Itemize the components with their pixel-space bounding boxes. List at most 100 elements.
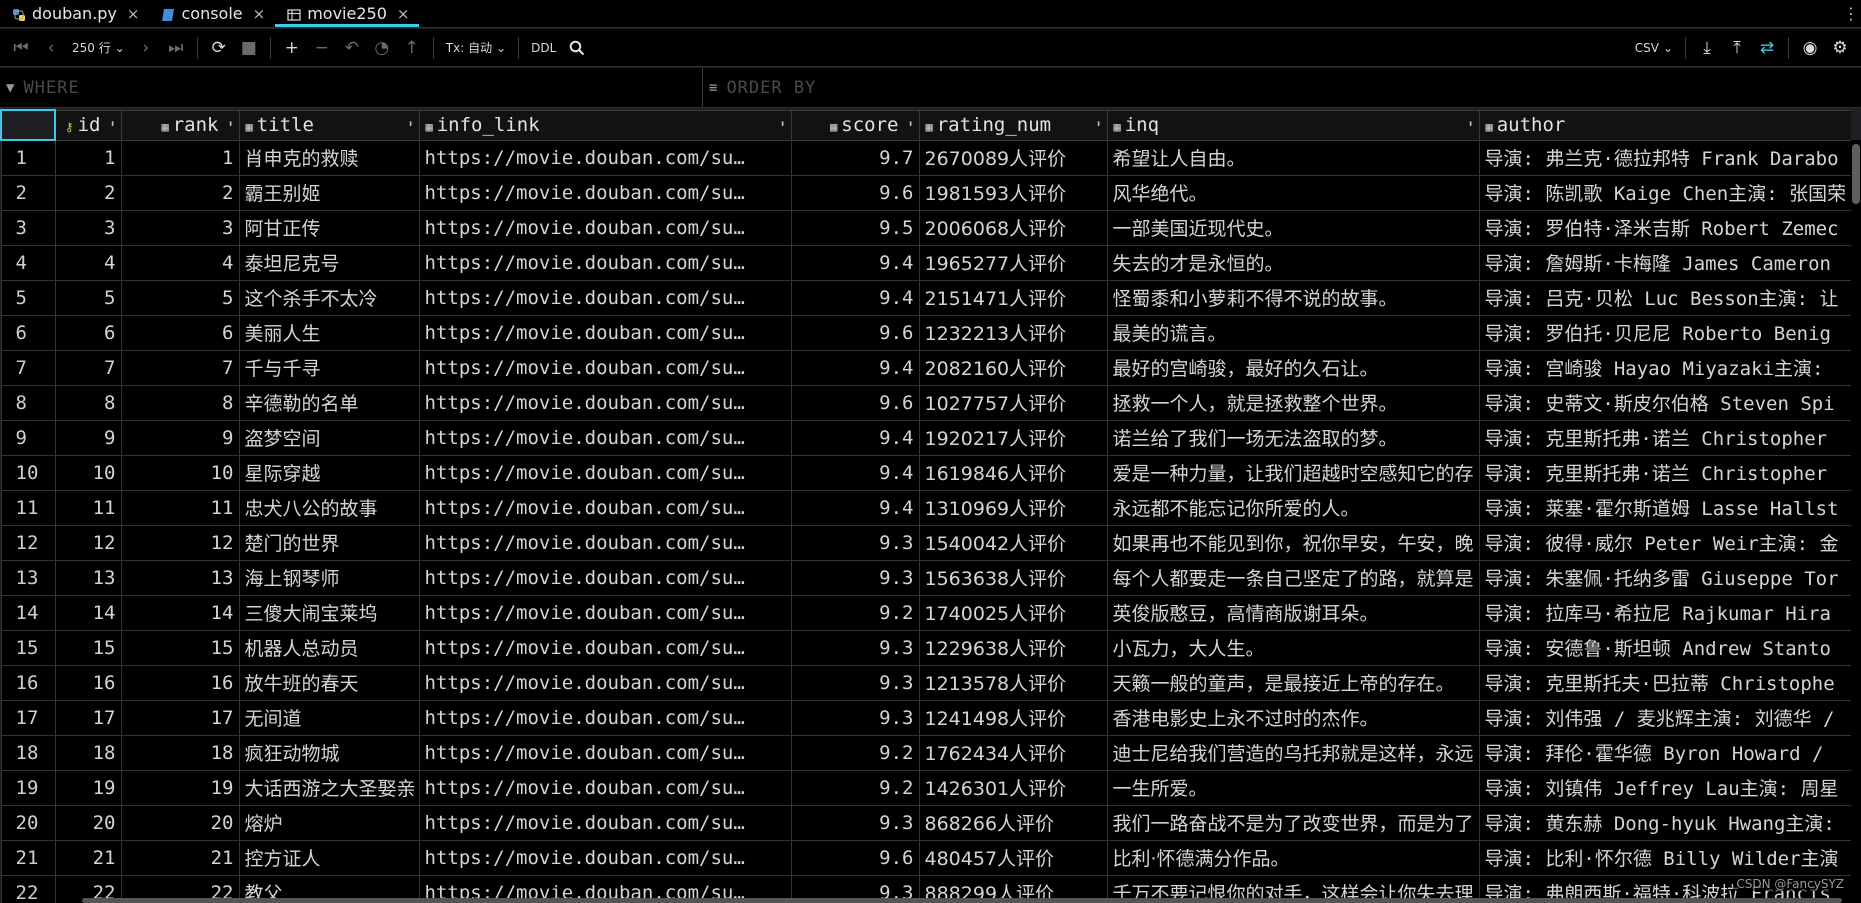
- cell-title[interactable]: 大话西游之大圣娶亲: [238, 769, 420, 806]
- cell-inq[interactable]: 失去的才是永恒的。: [1106, 244, 1480, 281]
- table-row[interactable]: 21 21 21 控方证人 https://movie.douban.com/su… 9.…: [0, 839, 1851, 876]
- cell-rating-num[interactable]: 1740025人评价: [918, 594, 1108, 631]
- cell-rank[interactable]: 15: [120, 629, 240, 666]
- cell-score[interactable]: 9.4: [790, 489, 920, 526]
- table-row[interactable]: 12 12 12 楚门的世界 https://movie.douban.com/su… 9…: [0, 524, 1851, 561]
- upload-icon[interactable]: ⤒: [1722, 33, 1752, 63]
- table-row[interactable]: 15 15 15 机器人总动员 https://movie.douban.com/su……: [0, 629, 1851, 666]
- cell-rating-num[interactable]: 1229638人评价: [918, 629, 1108, 666]
- cell-author[interactable]: 导演: 罗伯特·泽米吉斯 Robert Zemec: [1478, 209, 1851, 246]
- cell-rank[interactable]: 13: [120, 559, 240, 596]
- row-number[interactable]: 11: [0, 489, 56, 526]
- revert-icon[interactable]: ↶: [337, 33, 367, 63]
- cell-rating-num[interactable]: 868266人评价: [918, 804, 1108, 841]
- cell-score[interactable]: 9.4: [790, 419, 920, 456]
- cell-author[interactable]: 导演: 弗兰克·德拉邦特 Frank Darabo: [1478, 139, 1851, 176]
- cell-score[interactable]: 9.4: [790, 454, 920, 491]
- search-icon[interactable]: [562, 33, 592, 63]
- table-row[interactable]: 11 11 11 忠犬八公的故事 https://movie.douban.com/su…: [0, 489, 1851, 526]
- cell-author[interactable]: 导演: 罗伯托·贝尼尼 Roberto Benig: [1478, 314, 1851, 351]
- cell-score[interactable]: 9.4: [790, 349, 920, 386]
- cell-title[interactable]: 泰坦尼克号: [238, 244, 420, 281]
- cell-info-link[interactable]: https://movie.douban.com/su…: [418, 629, 792, 666]
- order-by-input[interactable]: ≡ ORDER BY: [703, 68, 1861, 107]
- cell-id[interactable]: 1: [54, 139, 122, 176]
- column-header-inq[interactable]: ▦ inq ⬍: [1106, 109, 1480, 141]
- cell-score[interactable]: 9.4: [790, 279, 920, 316]
- cell-score[interactable]: 9.3: [790, 699, 920, 736]
- cell-author[interactable]: 导演: 拜伦·霍华德 Byron Howard /: [1478, 734, 1851, 771]
- cell-rank[interactable]: 4: [120, 244, 240, 281]
- cell-title[interactable]: 辛德勒的名单: [238, 384, 420, 421]
- row-number[interactable]: 19: [0, 769, 56, 806]
- compare-icon[interactable]: ⇄: [1752, 33, 1782, 63]
- ddl-button[interactable]: DDL: [525, 41, 562, 55]
- where-filter-input[interactable]: ▼ WHERE: [0, 68, 703, 107]
- row-number[interactable]: 10: [0, 454, 56, 491]
- cell-rating-num[interactable]: 1619846人评价: [918, 454, 1108, 491]
- cell-author[interactable]: 导演: 克里斯托夫·巴拉蒂 Christophe: [1478, 664, 1851, 701]
- cell-score[interactable]: 9.2: [790, 769, 920, 806]
- vertical-scrollbar[interactable]: [1851, 140, 1861, 903]
- column-header-id[interactable]: ⚷ id ⬍: [54, 109, 122, 141]
- cell-id[interactable]: 20: [54, 804, 122, 841]
- cell-rating-num[interactable]: 2006068人评价: [918, 209, 1108, 246]
- cell-inq[interactable]: 永远都不能忘记你所爱的人。: [1106, 489, 1480, 526]
- cell-title[interactable]: 放牛班的春天: [238, 664, 420, 701]
- cell-title[interactable]: 海上钢琴师: [238, 559, 420, 596]
- cell-rating-num[interactable]: 1563638人评价: [918, 559, 1108, 596]
- cell-author[interactable]: 导演: 克里斯托弗·诺兰 Christopher: [1478, 454, 1851, 491]
- cell-author[interactable]: 导演: 史蒂文·斯皮尔伯格 Steven Spi: [1478, 384, 1851, 421]
- table-row[interactable]: 19 19 19 大话西游之大圣娶亲 https://movie.douban.com/…: [0, 769, 1851, 806]
- cell-score[interactable]: 9.6: [790, 174, 920, 211]
- cell-rank[interactable]: 2: [120, 174, 240, 211]
- cell-rating-num[interactable]: 1232213人评价: [918, 314, 1108, 351]
- column-header-info-link[interactable]: ▦ info_link ⬍: [418, 109, 792, 141]
- cell-rating-num[interactable]: 2082160人评价: [918, 349, 1108, 386]
- cell-info-link[interactable]: https://movie.douban.com/su…: [418, 349, 792, 386]
- cell-id[interactable]: 2: [54, 174, 122, 211]
- cell-inq[interactable]: 如果再也不能见到你，祝你早安，午安，晚: [1106, 524, 1480, 561]
- page-size-dropdown[interactable]: 250 行 ⌄: [66, 39, 131, 56]
- cell-rank[interactable]: 20: [120, 804, 240, 841]
- cell-info-link[interactable]: https://movie.douban.com/su…: [418, 594, 792, 631]
- cell-author[interactable]: 导演: 莱塞·霍尔斯道姆 Lasse Hallst: [1478, 489, 1851, 526]
- cell-id[interactable]: 4: [54, 244, 122, 281]
- cell-inq[interactable]: 香港电影史上永不过时的杰作。: [1106, 699, 1480, 736]
- close-icon[interactable]: ×: [253, 5, 266, 23]
- cell-id[interactable]: 9: [54, 419, 122, 456]
- cell-info-link[interactable]: https://movie.douban.com/su…: [418, 839, 792, 876]
- cell-id[interactable]: 13: [54, 559, 122, 596]
- cell-info-link[interactable]: https://movie.douban.com/su…: [418, 314, 792, 351]
- table-row[interactable]: 18 18 18 疯狂动物城 https://movie.douban.com/su… 9…: [0, 734, 1851, 771]
- cell-inq[interactable]: 迪士尼给我们营造的乌托邦就是这样，永远: [1106, 734, 1480, 771]
- cell-score[interactable]: 9.5: [790, 209, 920, 246]
- row-number[interactable]: 8: [0, 384, 56, 421]
- close-icon[interactable]: ×: [127, 5, 140, 23]
- sort-toggle-icon[interactable]: ⬍: [1467, 119, 1473, 130]
- export-format-dropdown[interactable]: CSV ⌄: [1629, 41, 1679, 55]
- tab-movie250[interactable]: movie250 ×: [275, 0, 420, 27]
- cell-id[interactable]: 21: [54, 839, 122, 876]
- row-number[interactable]: 21: [0, 839, 56, 876]
- table-row[interactable]: 20 20 20 熔炉 https://movie.douban.com/su… 9.3 8…: [0, 804, 1851, 841]
- previous-page-icon[interactable]: ‹: [36, 33, 66, 63]
- scrollbar-thumb[interactable]: [1852, 144, 1860, 204]
- cell-rating-num[interactable]: 1241498人评价: [918, 699, 1108, 736]
- first-page-icon[interactable]: ⏮: [6, 33, 36, 63]
- cell-info-link[interactable]: https://movie.douban.com/su…: [418, 734, 792, 771]
- column-header-rating-num[interactable]: ▦ rating_num ⬍: [918, 109, 1108, 141]
- cell-author[interactable]: 导演: 吕克·贝松 Luc Besson主演: 让: [1478, 279, 1851, 316]
- cell-score[interactable]: 9.3: [790, 664, 920, 701]
- cell-title[interactable]: 美丽人生: [238, 314, 420, 351]
- cell-inq[interactable]: 一部美国近现代史。: [1106, 209, 1480, 246]
- row-number[interactable]: 14: [0, 594, 56, 631]
- table-row[interactable]: 7 7 7 千与千寻 https://movie.douban.com/su… 9.4 20…: [0, 349, 1851, 386]
- cell-id[interactable]: 10: [54, 454, 122, 491]
- cell-rating-num[interactable]: 1965277人评价: [918, 244, 1108, 281]
- table-row[interactable]: 14 14 14 三傻大闹宝莱坞 https://movie.douban.com/su…: [0, 594, 1851, 631]
- cell-author[interactable]: 导演: 黄东赫 Dong-hyuk Hwang主演:: [1478, 804, 1851, 841]
- cell-rank[interactable]: 3: [120, 209, 240, 246]
- row-number[interactable]: 15: [0, 629, 56, 666]
- cell-rank[interactable]: 9: [120, 419, 240, 456]
